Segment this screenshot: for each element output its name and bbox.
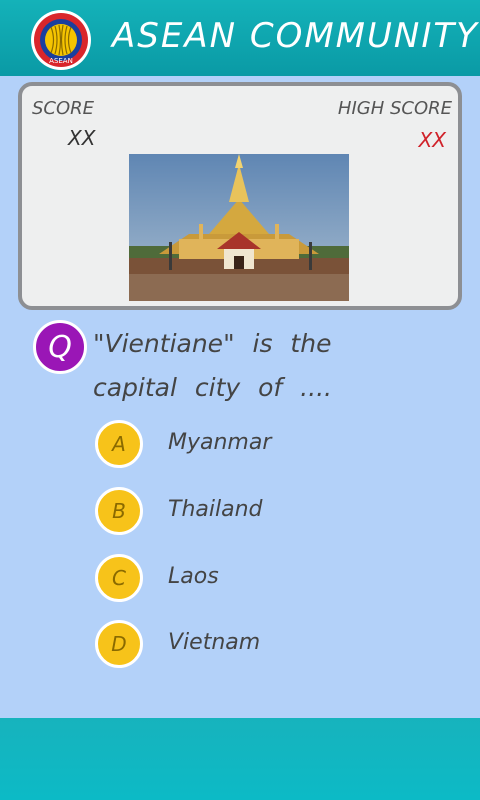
app-title: ASEAN COMMUNITY xyxy=(112,16,479,56)
option-label: Myanmar xyxy=(168,430,272,455)
option-label: Thailand xyxy=(168,497,263,522)
logo-text: ASEAN xyxy=(49,57,73,65)
score-label: SCORE xyxy=(32,98,95,119)
high-score-value: XX xyxy=(418,128,446,152)
high-score-label: HIGH SCORE xyxy=(337,98,452,119)
option-d[interactable]: D Vietnam xyxy=(95,620,395,670)
option-label: Laos xyxy=(168,564,219,589)
asean-logo: ASEAN xyxy=(31,10,91,70)
question-badge: Q xyxy=(33,320,87,374)
option-b[interactable]: B Thailand xyxy=(95,487,395,537)
score-value: XX xyxy=(68,126,96,150)
question-text: "Vientiane" is the capital city of .... xyxy=(93,329,332,402)
score-card: SCORE XX HIGH SCORE XX xyxy=(18,82,462,310)
option-letter: B xyxy=(95,487,143,535)
question-photo xyxy=(129,154,349,301)
option-c[interactable]: C Laos xyxy=(95,554,395,604)
option-label: Vietnam xyxy=(168,630,261,655)
app-header: ASEAN ASEAN COMMUNITY xyxy=(0,0,480,76)
app-footer xyxy=(0,718,480,800)
option-letter: D xyxy=(95,620,143,668)
option-letter: C xyxy=(95,554,143,602)
option-a[interactable]: A Myanmar xyxy=(95,420,395,470)
option-letter: A xyxy=(95,420,143,468)
